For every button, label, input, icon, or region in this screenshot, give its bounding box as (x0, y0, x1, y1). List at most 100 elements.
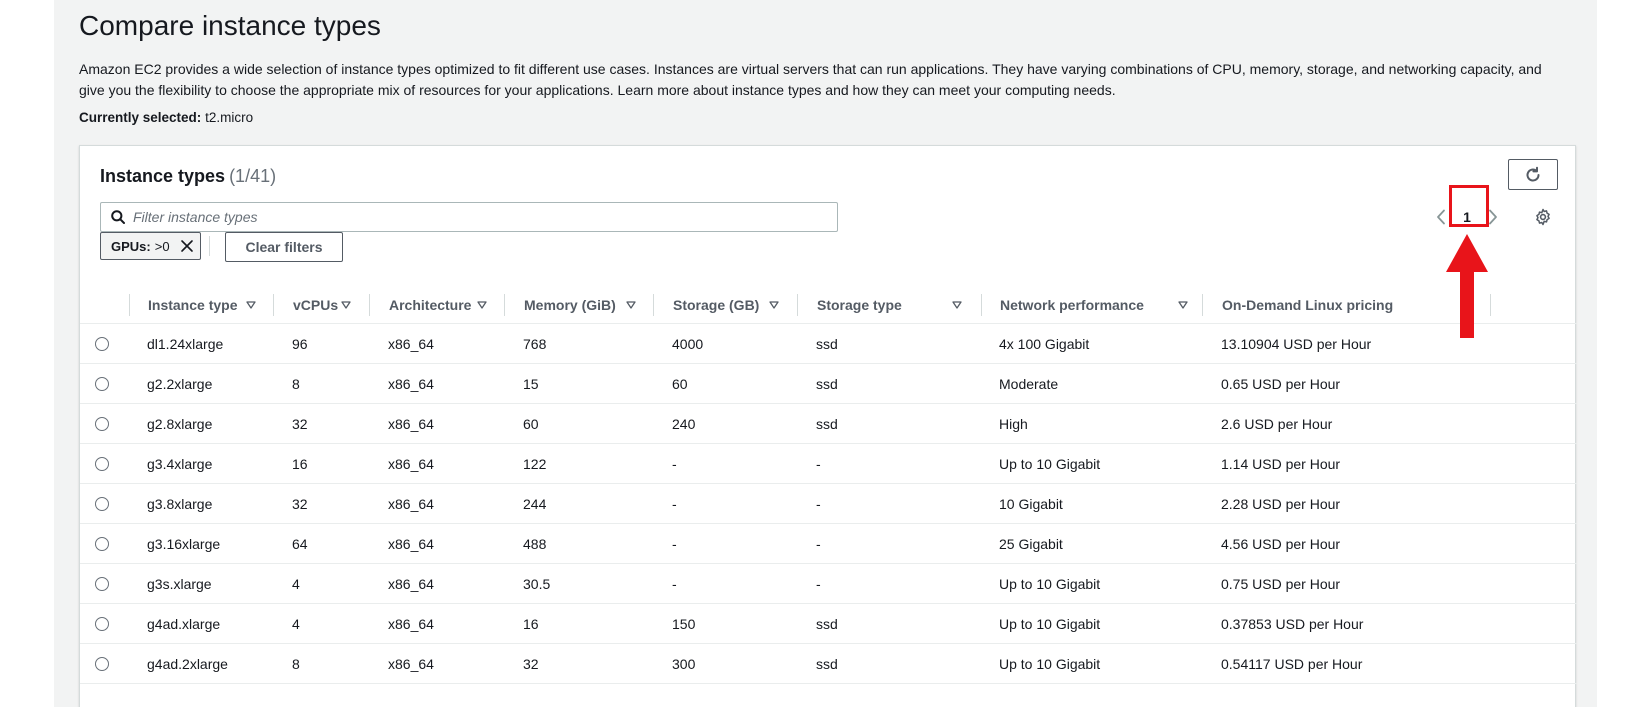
column-header-architecture[interactable]: Architecture (389, 286, 487, 324)
table-row[interactable]: g3.8xlarge 32 x86_64 244 - - 10 Gigabit … (80, 484, 1577, 524)
row-select-radio[interactable] (95, 417, 109, 431)
table-row[interactable]: g3s.xlarge 4 x86_64 30.5 - - Up to 10 Gi… (80, 564, 1577, 604)
column-header-storage[interactable]: Storage (GB) (673, 286, 779, 324)
column-separator (129, 294, 130, 316)
row-select-radio[interactable] (95, 497, 109, 511)
table-header: Instance type vCPUs Architecture Memory … (80, 286, 1577, 324)
row-select-radio[interactable] (95, 337, 109, 351)
cell-storage-type: - (816, 576, 821, 592)
cell-architecture: x86_64 (388, 496, 434, 512)
cell-vcpus: 4 (292, 616, 300, 632)
panel-heading-count: (1/41) (229, 166, 277, 186)
cell-memory: 488 (523, 536, 547, 552)
currently-selected: Currently selected: t2.micro (79, 110, 253, 125)
row-select-radio[interactable] (95, 457, 109, 471)
search-field[interactable] (100, 202, 838, 232)
cell-storage-type: ssd (816, 416, 838, 432)
column-header-memory[interactable]: Memory (GiB) (524, 286, 636, 324)
cell-storage-type: - (816, 456, 821, 472)
column-header-network-performance[interactable]: Network performance (1000, 286, 1188, 324)
cell-storage: - (672, 496, 677, 512)
refresh-button[interactable] (1508, 159, 1558, 190)
search-input[interactable] (133, 209, 813, 225)
cell-vcpus: 8 (292, 656, 300, 672)
table-row[interactable]: dl1.24xlarge 96 x86_64 768 4000 ssd 4x 1… (80, 324, 1577, 364)
filter-token-value: >0 (154, 238, 170, 254)
cell-network-performance: High (999, 416, 1028, 432)
cell-memory: 60 (523, 416, 539, 432)
currently-selected-label: Currently selected: (79, 110, 202, 125)
cell-architecture: x86_64 (388, 376, 434, 392)
cell-storage-type: ssd (816, 336, 838, 352)
cell-pricing: 0.54117 USD per Hour (1221, 656, 1363, 672)
cell-storage: 240 (672, 416, 696, 432)
search-icon (111, 210, 125, 224)
row-select-radio[interactable] (95, 617, 109, 631)
cell-pricing: 0.37853 USD per Hour (1221, 616, 1364, 632)
column-separator (981, 294, 982, 316)
column-separator (1202, 294, 1203, 316)
caret-down-icon (952, 301, 962, 309)
cell-storage: 300 (672, 656, 696, 672)
cell-instance-type: g3.16xlarge (147, 536, 221, 552)
cell-vcpus: 32 (292, 496, 308, 512)
cell-storage-type: - (816, 496, 821, 512)
column-separator (273, 294, 274, 316)
close-icon[interactable] (180, 239, 194, 253)
cell-instance-type: g2.8xlarge (147, 416, 213, 432)
cell-vcpus: 4 (292, 576, 300, 592)
preferences-settings-button[interactable] (1530, 204, 1556, 230)
refresh-icon (1526, 166, 1540, 181)
table-row[interactable]: g3.16xlarge 64 x86_64 488 - - 25 Gigabit… (80, 524, 1577, 564)
column-header-vcpus[interactable]: vCPUs (293, 286, 351, 324)
column-header-instance-type[interactable]: Instance type (148, 286, 256, 324)
cell-memory: 16 (523, 616, 539, 632)
cell-storage: - (672, 536, 677, 552)
cell-storage: 150 (672, 616, 696, 632)
table-row[interactable]: g2.8xlarge 32 x86_64 60 240 ssd High 2.6… (80, 404, 1577, 444)
table-row[interactable]: g2.2xlarge 8 x86_64 15 60 ssd Moderate 0… (80, 364, 1577, 404)
chevron-right-icon (1489, 209, 1497, 225)
row-select-radio[interactable] (95, 537, 109, 551)
column-header-pricing[interactable]: On-Demand Linux pricing (1222, 286, 1393, 324)
table-row[interactable]: g4ad.2xlarge 8 x86_64 32 300 ssd Up to 1… (80, 644, 1577, 684)
caret-down-icon (1178, 301, 1188, 309)
cell-storage: 60 (672, 376, 688, 392)
cell-pricing: 1.14 USD per Hour (1221, 456, 1341, 472)
cell-memory: 15 (523, 376, 539, 392)
cell-memory: 768 (523, 336, 547, 352)
chevron-left-icon (1437, 209, 1445, 225)
cell-pricing: 2.6 USD per Hour (1221, 416, 1333, 432)
row-select-radio[interactable] (95, 657, 109, 671)
cell-memory: 122 (523, 456, 547, 472)
cell-architecture: x86_64 (388, 656, 434, 672)
cell-architecture: x86_64 (388, 576, 434, 592)
cell-architecture: x86_64 (388, 536, 434, 552)
cell-pricing: 0.75 USD per Hour (1221, 576, 1341, 592)
table-row[interactable]: g4ad.xlarge 4 x86_64 16 150 ssd Up to 10… (80, 604, 1577, 644)
column-separator (504, 294, 505, 316)
column-separator (653, 294, 654, 316)
cell-storage-type: ssd (816, 376, 838, 392)
cell-network-performance: Moderate (999, 376, 1059, 392)
cell-storage-type: ssd (816, 616, 838, 632)
cell-network-performance: 25 Gigabit (999, 536, 1063, 552)
gear-icon (1536, 208, 1550, 226)
row-select-radio[interactable] (95, 577, 109, 591)
cell-instance-type: g2.2xlarge (147, 376, 213, 392)
column-header-storage-type[interactable]: Storage type (817, 286, 962, 324)
column-separator (1490, 294, 1491, 316)
cell-vcpus: 16 (292, 456, 308, 472)
caret-down-icon (477, 301, 487, 309)
clear-filters-button[interactable]: Clear filters (225, 232, 343, 262)
column-separator (797, 294, 798, 316)
cell-memory: 32 (523, 656, 539, 672)
cell-instance-type: g4ad.xlarge (147, 616, 221, 632)
cell-instance-type: dl1.24xlarge (147, 336, 224, 352)
panel-heading: Instance types (1/41) (100, 166, 276, 187)
table-row[interactable]: g3.4xlarge 16 x86_64 122 - - Up to 10 Gi… (80, 444, 1577, 484)
row-select-radio[interactable] (95, 377, 109, 391)
cell-pricing: 0.65 USD per Hour (1221, 376, 1341, 392)
cell-pricing: 2.28 USD per Hour (1221, 496, 1341, 512)
cell-instance-type: g4ad.2xlarge (147, 656, 228, 672)
